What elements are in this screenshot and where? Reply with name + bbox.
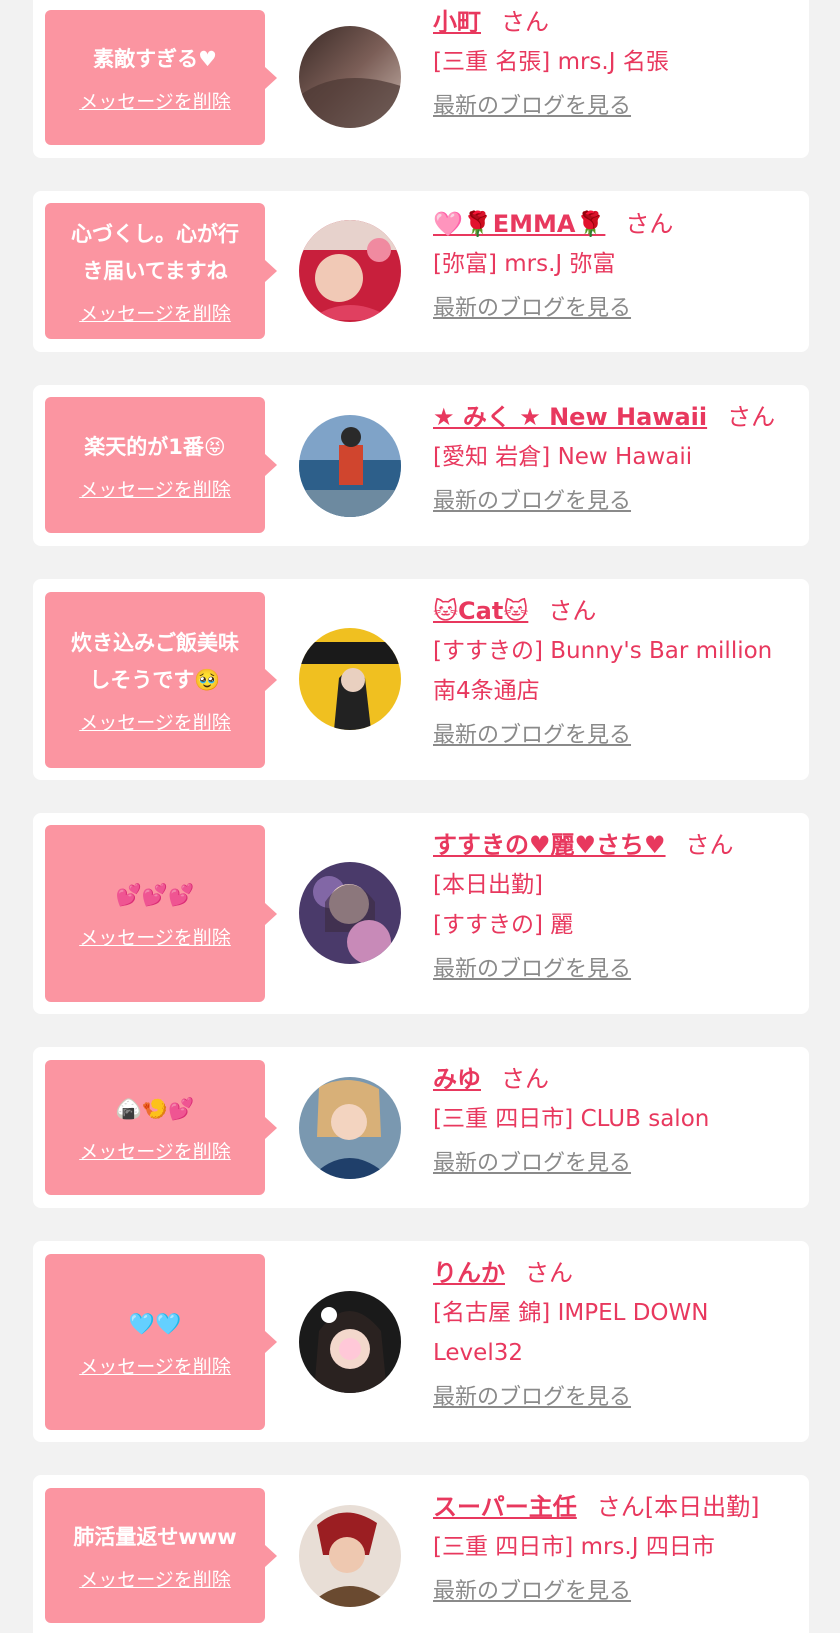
message-card: 素敵すぎる♥ メッセージを削除 小町 さん [三重 名張] mrs.J 名張 最新… bbox=[33, 0, 809, 158]
name-suffix: さん bbox=[727, 403, 776, 431]
message-bubble: 素敵すぎる♥ メッセージを削除 bbox=[45, 10, 277, 145]
latest-blog-link[interactable]: 最新のブログを見る bbox=[433, 1149, 631, 1179]
message-card: 🩵🩵 メッセージを削除 りんか さん [名古屋 錦] IMPEL DOWN Lev… bbox=[33, 1241, 809, 1442]
shop-line: 南4条通店 bbox=[433, 678, 540, 704]
message-card: 🍙🍤💕 メッセージを削除 みゆ さん [三重 四日市] CLUB salon 最新… bbox=[33, 1047, 809, 1208]
message-card: 💕💕💕 メッセージを削除 すすきの♥麗♥さち♥ さん [本日出勤] [すすきの] … bbox=[33, 813, 809, 1014]
shop-line: [三重 四日市] mrs.J 四日市 bbox=[433, 1534, 715, 1560]
user-name-link[interactable]: すすきの♥麗♥さち♥ bbox=[433, 831, 666, 859]
delete-message-link[interactable]: メッセージを削除 bbox=[79, 302, 231, 326]
user-info: 🩷🌹EMMA🌹 さん [弥富] mrs.J 弥富 最新のブログを見る bbox=[433, 204, 795, 324]
user-name-link[interactable]: 小町 bbox=[433, 8, 481, 36]
shop-line: [弥富] mrs.J 弥富 bbox=[433, 251, 616, 277]
message-text: 🍙🍤💕 bbox=[115, 1097, 195, 1121]
avatar[interactable] bbox=[299, 1291, 401, 1393]
name-suffix: さん bbox=[685, 831, 734, 859]
user-name-link[interactable]: みゆ bbox=[433, 1065, 481, 1093]
message-bubble: 💕💕💕 メッセージを削除 bbox=[45, 825, 277, 1002]
message-bubble: 🩵🩵 メッセージを削除 bbox=[45, 1254, 277, 1430]
name-suffix: さん bbox=[501, 1065, 549, 1093]
shop-line: [すすきの] Bunny's Bar million bbox=[433, 638, 773, 664]
user-info: ★ みく ★ New Hawaii さん [愛知 岩倉] New Hawaii 最… bbox=[433, 397, 795, 517]
avatar[interactable] bbox=[299, 1505, 401, 1607]
user-name-link[interactable]: ★ みく ★ New Hawaii bbox=[433, 403, 707, 431]
user-name-link[interactable]: スーパー主任 bbox=[433, 1493, 577, 1521]
delete-message-link[interactable]: メッセージを削除 bbox=[79, 1568, 231, 1592]
user-info: 🐱Cat🐱 さん [すすきの] Bunny's Bar million 南4条通店… bbox=[433, 591, 795, 751]
message-card: 心づくし。心が行 き届いてますね メッセージを削除 🩷🌹EMMA🌹 さん [弥富]… bbox=[33, 191, 809, 352]
avatar[interactable] bbox=[299, 1077, 401, 1179]
avatar[interactable] bbox=[299, 220, 401, 322]
name-suffix: さん[本日出勤] bbox=[596, 1493, 760, 1521]
delete-message-link[interactable]: メッセージを削除 bbox=[79, 711, 231, 735]
message-list: 素敵すぎる♥ メッセージを削除 小町 さん [三重 名張] mrs.J 名張 最新… bbox=[0, 0, 840, 1633]
user-info: みゆ さん [三重 四日市] CLUB salon 最新のブログを見る bbox=[433, 1059, 795, 1179]
message-bubble: 🍙🍤💕 メッセージを削除 bbox=[45, 1060, 277, 1195]
user-info: 小町 さん [三重 名張] mrs.J 名張 最新のブログを見る bbox=[433, 2, 795, 122]
latest-blog-link[interactable]: 最新のブログを見る bbox=[433, 487, 631, 517]
avatar[interactable] bbox=[299, 26, 401, 128]
message-card: 楽天的が1番😝 メッセージを削除 ★ みく ★ New Hawaii さん [愛知… bbox=[33, 385, 809, 546]
message-text: 素敵すぎる♥ bbox=[93, 47, 217, 71]
name-suffix: さん bbox=[525, 1259, 573, 1287]
message-bubble: 心づくし。心が行 き届いてますね メッセージを削除 bbox=[45, 203, 277, 339]
message-card: 炊き込みご飯美味 しそうです🥹 メッセージを削除 🐱Cat🐱 さん [すすきの] … bbox=[33, 579, 809, 780]
name-suffix: さん bbox=[501, 8, 549, 36]
message-text: 肺活量返せwww bbox=[73, 1525, 237, 1549]
delete-message-link[interactable]: メッセージを削除 bbox=[79, 90, 231, 114]
message-bubble: 肺活量返せwww メッセージを削除 bbox=[45, 1488, 277, 1623]
message-text: 💕💕💕 bbox=[115, 883, 195, 907]
message-text: 炊き込みご飯美味 しそうです🥹 bbox=[71, 631, 239, 692]
message-bubble: 炊き込みご飯美味 しそうです🥹 メッセージを削除 bbox=[45, 592, 277, 768]
latest-blog-link[interactable]: 最新のブログを見る bbox=[433, 92, 631, 122]
latest-blog-link[interactable]: 最新のブログを見る bbox=[433, 1577, 631, 1607]
delete-message-link[interactable]: メッセージを削除 bbox=[79, 1355, 231, 1379]
user-name-link[interactable]: 🐱Cat🐱 bbox=[433, 597, 528, 625]
shop-line: [すすきの] 麗 bbox=[433, 912, 574, 938]
message-card: 肺活量返せwww メッセージを削除 スーパー主任 さん[本日出勤] [三重 四日市… bbox=[33, 1475, 809, 1633]
latest-blog-link[interactable]: 最新のブログを見る bbox=[433, 721, 631, 751]
user-info: りんか さん [名古屋 錦] IMPEL DOWN Level32 最新のブログを… bbox=[433, 1253, 795, 1413]
message-text: 楽天的が1番😝 bbox=[84, 434, 226, 459]
shop-line: [本日出勤] bbox=[433, 872, 543, 898]
delete-message-link[interactable]: メッセージを削除 bbox=[79, 478, 231, 502]
delete-message-link[interactable]: メッセージを削除 bbox=[79, 1140, 231, 1164]
name-suffix: さん bbox=[548, 597, 597, 625]
user-name-link[interactable]: 🩷🌹EMMA🌹 bbox=[433, 210, 605, 238]
avatar[interactable] bbox=[299, 415, 401, 517]
message-text: 心づくし。心が行 き届いてますね bbox=[71, 222, 239, 283]
user-info: すすきの♥麗♥さち♥ さん [本日出勤] [すすきの] 麗 最新のブログを見る bbox=[433, 825, 795, 985]
shop-line: [愛知 岩倉] New Hawaii bbox=[433, 444, 693, 470]
user-name-link[interactable]: りんか bbox=[433, 1259, 505, 1287]
latest-blog-link[interactable]: 最新のブログを見る bbox=[433, 955, 631, 985]
message-bubble: 楽天的が1番😝 メッセージを削除 bbox=[45, 397, 277, 533]
latest-blog-link[interactable]: 最新のブログを見る bbox=[433, 294, 631, 324]
latest-blog-link[interactable]: 最新のブログを見る bbox=[433, 1383, 631, 1413]
user-info: スーパー主任 さん[本日出勤] [三重 四日市] mrs.J 四日市 最新のブログ… bbox=[433, 1487, 795, 1607]
delete-message-link[interactable]: メッセージを削除 bbox=[79, 926, 231, 950]
message-text: 🩵🩵 bbox=[128, 1311, 182, 1336]
shop-line: Level32 bbox=[433, 1340, 523, 1366]
shop-line: [名古屋 錦] IMPEL DOWN bbox=[433, 1300, 709, 1326]
shop-line: [三重 名張] mrs.J 名張 bbox=[433, 49, 669, 75]
avatar[interactable] bbox=[299, 628, 401, 730]
avatar[interactable] bbox=[299, 862, 401, 964]
shop-line: [三重 四日市] CLUB salon bbox=[433, 1106, 710, 1132]
name-suffix: さん bbox=[625, 210, 674, 238]
